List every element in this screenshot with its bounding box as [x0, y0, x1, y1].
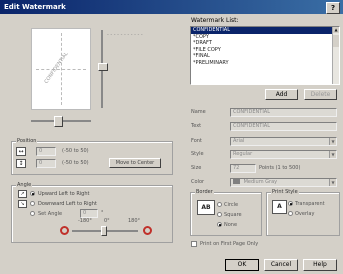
preview-center-hline: [36, 69, 86, 70]
color-select[interactable]: Medium Gray ▼: [230, 178, 337, 187]
angle-group-label: Angle: [16, 182, 33, 188]
print-style-group-label: Print Style: [271, 189, 299, 195]
angle-tick-min: -180°: [78, 218, 92, 224]
first-page-only-checkbox[interactable]: [191, 241, 197, 247]
font-select-value: Arial: [233, 138, 245, 144]
color-select-value: Medium Gray: [243, 179, 278, 185]
color-swatch: [233, 179, 240, 184]
font-select[interactable]: Arial ▼: [230, 137, 337, 146]
cancel-button[interactable]: Cancel: [264, 259, 298, 271]
border-circle-label: Circle: [224, 202, 239, 208]
watermark-list[interactable]: CONFIDENTIAL *COPY *DRAFT *FILE COPY *FINAL *…: [190, 26, 340, 85]
preview-watermark-text: CONFIDENTIAL: [43, 51, 70, 85]
style-select[interactable]: Regular ▼: [230, 150, 337, 159]
preview-page: CONFIDENTIAL: [31, 28, 91, 110]
border-none-radio[interactable]: [217, 222, 222, 227]
transparent-label: Transparent: [295, 201, 325, 207]
angle-slider-thumb[interactable]: [101, 226, 107, 236]
size-range-label: Points (1 to 500): [259, 165, 301, 171]
upward-angle-icon: ↗: [18, 190, 27, 198]
text-input[interactable]: CONFIDENTIAL: [230, 122, 337, 131]
y-range-label: (-50 to 50): [62, 160, 89, 166]
delete-button[interactable]: Delete: [304, 89, 337, 100]
border-none-label: None: [224, 222, 238, 228]
list-scrollbar-thumb[interactable]: [333, 35, 339, 47]
overlay-radio[interactable]: [288, 211, 293, 216]
help-button[interactable]: Help: [303, 259, 337, 271]
vertical-slider-thumb[interactable]: [98, 63, 108, 71]
print-style-icon: A: [272, 200, 287, 214]
rotate-left-icon: [60, 226, 69, 235]
color-dropdown-icon[interactable]: ▼: [329, 179, 336, 186]
style-select-value: Regular: [233, 151, 253, 157]
add-button[interactable]: Add: [265, 89, 298, 100]
border-sample-icon: AB: [197, 200, 215, 215]
x-range-label: (-50 to 50): [62, 148, 89, 154]
set-angle-radio[interactable]: [30, 211, 35, 216]
ok-button[interactable]: OK: [225, 259, 259, 271]
border-group-label: Border: [195, 189, 214, 195]
rotate-right-icon: [143, 226, 152, 235]
x-position-input[interactable]: 0: [36, 147, 56, 156]
angle-tick-max: 180°: [128, 218, 141, 224]
font-label: Font: [191, 138, 202, 144]
transparent-radio[interactable]: [288, 201, 293, 206]
position-group-label: Position: [16, 138, 38, 144]
y-position-input[interactable]: 0: [36, 159, 56, 168]
upward-left-to-right-radio[interactable]: [30, 191, 35, 196]
watermark-list-item[interactable]: *PRELIMINARY: [191, 60, 339, 67]
downward-left-to-right-radio[interactable]: [30, 201, 35, 206]
style-label: Style: [191, 151, 204, 157]
font-dropdown-icon[interactable]: ▼: [329, 138, 336, 145]
angle-value-input[interactable]: 0: [80, 209, 98, 218]
horizontal-position-icon: ↔: [16, 147, 26, 156]
border-circle-radio[interactable]: [217, 202, 222, 207]
angle-slider[interactable]: [72, 225, 138, 237]
vertical-position-slider[interactable]: [98, 30, 108, 108]
set-angle-label: Set Angle: [38, 211, 63, 217]
angle-tick-zero: 0°: [104, 218, 110, 224]
watermark-list-label: Watermark List:: [191, 17, 239, 24]
vertical-position-icon: ↕: [16, 159, 26, 168]
vertical-tick-marks: - - - - - - - - - - -: [107, 32, 143, 38]
horizontal-position-slider[interactable]: [31, 116, 91, 127]
list-scrollbar[interactable]: ▲: [332, 27, 339, 84]
dialog-title: Edit Watermark: [4, 3, 66, 11]
downward-left-to-right-label: Downward Left to Right: [38, 201, 97, 207]
color-label: Color: [191, 179, 205, 185]
border-square-radio[interactable]: [217, 212, 222, 217]
move-to-center-button[interactable]: Move to Center: [109, 158, 161, 168]
help-question-button[interactable]: ?: [326, 2, 340, 14]
size-input[interactable]: 72: [230, 164, 256, 173]
first-page-only-label: Print on First Page Only: [200, 241, 259, 247]
name-input[interactable]: CONFIDENTIAL: [230, 108, 337, 117]
overlay-label: Overlay: [295, 211, 315, 217]
horizontal-slider-thumb[interactable]: [54, 116, 63, 127]
title-bar: Edit Watermark ?: [0, 0, 343, 14]
downward-angle-icon: ↘: [18, 200, 27, 208]
border-square-label: Square: [224, 212, 242, 218]
style-dropdown-icon[interactable]: ▼: [329, 151, 336, 158]
edit-watermark-dialog: Edit Watermark ? CONFIDENTIAL - - - - - …: [0, 0, 343, 274]
text-label: Text: [191, 123, 202, 129]
upward-left-to-right-label: Upward Left to Right: [38, 191, 90, 197]
size-label: Size: [191, 165, 202, 171]
degree-symbol: °: [101, 210, 104, 216]
name-label: Name: [191, 109, 206, 115]
